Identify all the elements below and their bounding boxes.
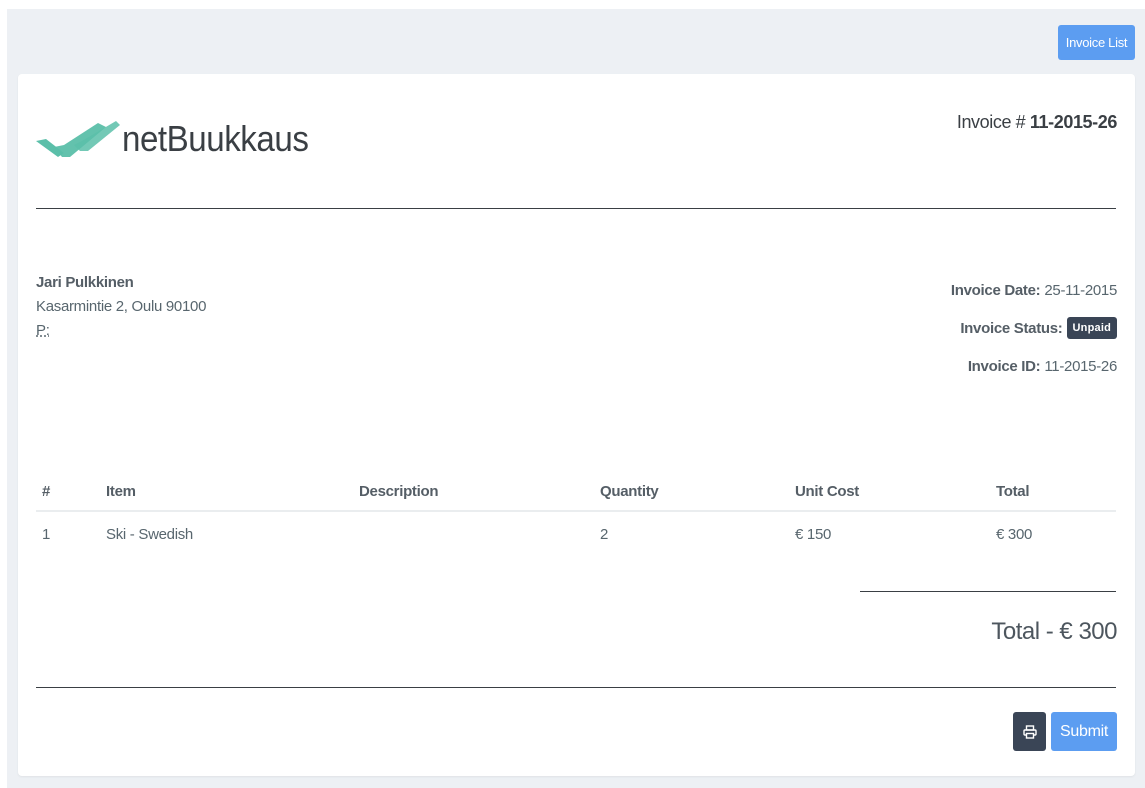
column-header: Description (353, 472, 594, 512)
table-cell: € 300 (996, 525, 1033, 543)
invoice-list-button[interactable]: Invoice List (1058, 25, 1135, 60)
status-badge: Unpaid (1066, 317, 1117, 339)
invoice-meta: Invoice Date: 25-11-2015 Invoice Status:… (951, 271, 1117, 385)
client-address: Kasarmintie 2, Oulu 90100 (36, 298, 207, 315)
table-cell: 2 (600, 525, 609, 543)
checkmark-logo-icon (36, 121, 120, 157)
print-button[interactable] (1013, 712, 1046, 751)
column-header: Unit Cost (789, 472, 990, 512)
table-header-row: # Item Description Quantity Unit Cost To… (36, 472, 1116, 512)
print-icon (1022, 724, 1037, 739)
invoice-status-label: Invoice Status: (960, 319, 1063, 337)
items-table: # Item Description Quantity Unit Cost To… (36, 472, 1116, 556)
client-details: Jari Pulkkinen Kasarmintie 2, Oulu 90100… (36, 271, 206, 343)
brand-logo[interactable]: netBuukkaus (36, 114, 325, 164)
brand-name: netBuukkaus (122, 118, 309, 159)
column-header: Item (100, 472, 353, 512)
column-header: # (36, 472, 100, 512)
invoice-card: netBuukkaus Invoice # 11-2015-26 Jari Pu… (18, 74, 1135, 776)
grand-total: Total - € 300 (991, 618, 1117, 645)
client-phone[interactable]: P: (36, 322, 50, 339)
invoice-date-label: Invoice Date: (950, 281, 1041, 299)
table-cell: € 150 (795, 525, 832, 543)
footer-divider (36, 687, 1116, 688)
invoice-number: Invoice # 11-2015-26 (956, 112, 1118, 132)
table-cell: 1 (42, 525, 51, 543)
column-header: Quantity (594, 472, 789, 512)
column-header: Total (990, 472, 1116, 512)
invoice-date-value: 25-11-2015 (1044, 281, 1117, 299)
table-row: 1 Ski - Swedish 2 € 150 € 300 (36, 511, 1116, 556)
submit-button[interactable]: Submit (1051, 712, 1117, 751)
table-cell: Ski - Swedish (106, 525, 193, 543)
invoice-id-value: 11-2015-26 (1044, 357, 1117, 375)
client-name: Jari Pulkkinen (36, 274, 134, 291)
subtotal-divider (860, 591, 1116, 592)
invoice-id-label: Invoice ID: (967, 357, 1041, 375)
table-cell (353, 511, 594, 556)
header-divider (36, 208, 1116, 209)
